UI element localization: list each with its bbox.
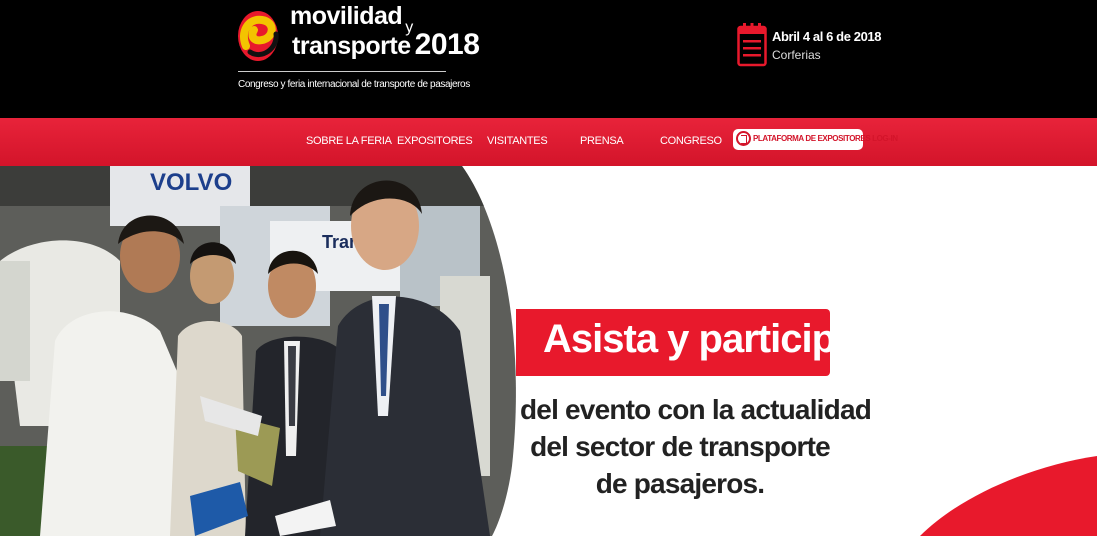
nav-item-visitantes[interactable]: VISITANTES (487, 135, 548, 147)
main-nav: SOBRE LA FERIA EXPOSITORES VISITANTES PR… (0, 118, 1097, 166)
brand-tagline: Congreso y feria internacional de transp… (238, 79, 470, 90)
hero-subtitle-line: del sector de transporte (530, 431, 831, 462)
logo-icon[interactable] (236, 0, 284, 64)
decorative-swoosh (920, 456, 1097, 536)
hero-title: Asista y participe (543, 317, 857, 361)
volvo-sign: VOLVO (150, 169, 232, 196)
hero-photo: VOLVO Transm (0, 166, 516, 536)
nav-item-expositores[interactable]: EXPOSITORES (397, 135, 473, 147)
exhibitor-login-label: PLATAFORMA DE EXPOSITORES LOG-IN (753, 134, 898, 143)
login-icon (736, 131, 751, 146)
site-header: movilidad y transporte 2018 Congreso y fer… (0, 0, 1097, 118)
brand-year: 2018 (414, 28, 480, 61)
calendar-icon (737, 23, 767, 67)
hero-subtitle: del evento con la actualidad del sector … (520, 391, 872, 502)
event-date: Abril 4 al 6 de 2018 (772, 29, 882, 44)
nav-item-prensa[interactable]: PRENSA (580, 135, 624, 147)
nav-item-sobre-la-feria[interactable]: SOBRE LA FERIA (306, 135, 392, 147)
event-venue: Corferias (772, 48, 821, 62)
brand-name-line2: transporte 2018 (292, 28, 480, 61)
hero-subtitle-line: del evento con la actualidad (520, 394, 872, 425)
hero-banner: VOLVO Transm (0, 166, 1097, 536)
hero-subtitle-line: de pasajeros. (595, 468, 765, 499)
nav-item-congreso[interactable]: CONGRESO (660, 135, 722, 147)
brand-divider (238, 71, 446, 72)
exhibitor-login-button[interactable]: PLATAFORMA DE EXPOSITORES LOG-IN (733, 129, 898, 150)
